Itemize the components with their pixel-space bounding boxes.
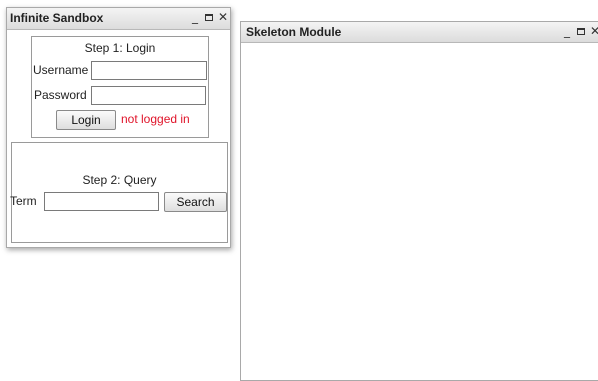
search-button[interactable]: Search [164,192,227,212]
query-panel: Step 2: Query Term Search [10,142,228,243]
login-button[interactable]: Login [56,110,116,130]
password-label: Password [34,88,87,102]
skeleton-window-controls: _ ✕ [562,24,598,38]
maximize-icon[interactable] [205,14,213,21]
sandbox-window-controls: _ ✕ [190,10,228,24]
infinite-sandbox-window: Infinite Sandbox _ ✕ Step 1: Login Usern… [6,7,231,248]
minimize-icon[interactable]: _ [190,10,200,24]
password-input[interactable] [91,86,206,105]
maximize-icon[interactable] [577,28,585,35]
skeleton-module-window: Skeleton Module _ ✕ [240,21,598,381]
login-panel-title: Step 1: Login [84,41,156,55]
term-label: Term [10,194,37,208]
query-panel-title: Step 2: Query [82,173,157,187]
login-status-text: not logged in [121,112,190,126]
login-panel: Step 1: Login Username Password Login no… [31,36,209,138]
username-input[interactable] [91,61,207,80]
minimize-icon[interactable]: _ [562,24,572,38]
skeleton-window-title: Skeleton Module [246,25,342,39]
skeleton-module-content [241,43,598,380]
skeleton-titlebar[interactable]: Skeleton Module _ ✕ [241,22,598,43]
term-input[interactable] [44,192,159,211]
close-icon[interactable]: ✕ [590,24,598,38]
sandbox-window-title: Infinite Sandbox [10,11,104,25]
sandbox-titlebar[interactable]: Infinite Sandbox _ ✕ [7,8,230,30]
username-label: Username [33,63,89,77]
close-icon[interactable]: ✕ [218,10,228,24]
